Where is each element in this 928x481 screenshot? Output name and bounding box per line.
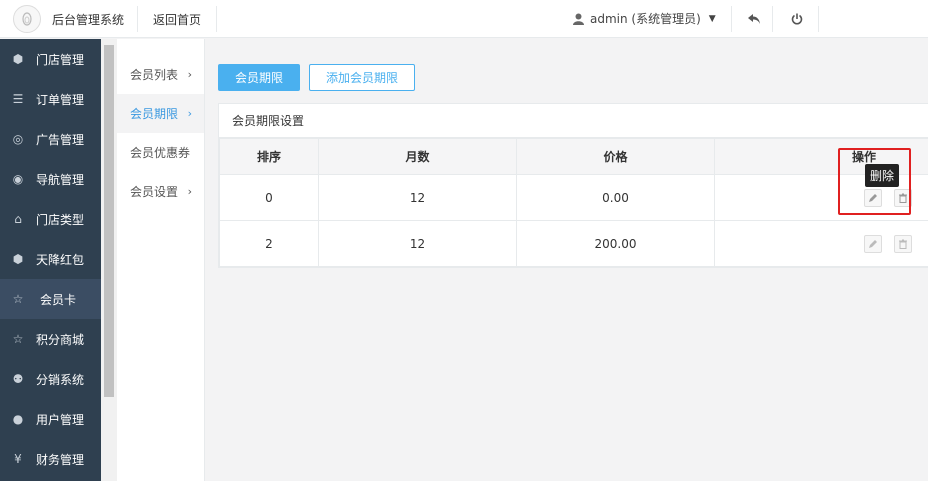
divider [772, 6, 773, 32]
member-term-button[interactable]: 会员期限 [218, 64, 300, 91]
panel-title: 会员期限设置 [219, 104, 928, 138]
submenu: 会员列表 › 会员期限 › 会员优惠券 会员设置 › [117, 39, 205, 481]
sidebar-item-store-type[interactable]: ⌂ 门店类型 [0, 199, 101, 239]
home-link[interactable]: 返回首页 [153, 11, 201, 28]
cell-price: 0.00 [516, 174, 715, 221]
delete-button[interactable] [893, 234, 912, 253]
main-sidebar: ⬢ 门店管理 ☰ 订单管理 ◎ 广告管理 ◉ 导航管理 ⌂ 门店类型 ⬢ 天降红包 ☆ 会员卡… [0, 39, 101, 481]
top-bar: 后台管理系统 返回首页 admin (系统管理员) ▼ [0, 0, 928, 38]
column-header-sort: 排序 [219, 138, 319, 175]
yen-icon: ¥ [14, 452, 22, 466]
divider [216, 6, 217, 32]
member-term-panel: 会员期限设置 排序 月数 价格 操作 0 12 0.00 2 12 200.00 [218, 103, 928, 268]
cell-sort: 2 [219, 220, 319, 267]
sidebar-item-store[interactable]: ⬢ 门店管理 [0, 39, 101, 79]
sidebar-item-users[interactable]: ● 用户管理 [0, 399, 101, 439]
sidebar-item-distribution[interactable]: ⚉ 分销系统 [0, 359, 101, 399]
user-name: admin (系统管理员) [590, 12, 701, 26]
reply-icon [748, 14, 760, 24]
cell-actions [714, 220, 928, 267]
cell-sort: 0 [219, 174, 319, 221]
app-title: 后台管理系统 [52, 13, 125, 27]
scrollbar-thumb[interactable] [104, 45, 114, 397]
bank-icon: ⌂ [14, 212, 22, 226]
divider [137, 6, 138, 32]
sidebar-scrollbar[interactable] [101, 39, 117, 481]
list-icon: ☰ [12, 92, 24, 106]
cubes-icon: ⬢ [12, 252, 24, 266]
column-header-price: 价格 [516, 138, 715, 175]
cubes-icon: ⬢ [12, 52, 24, 66]
power-icon [791, 13, 803, 25]
logout-button[interactable] [787, 9, 807, 29]
sidebar-item-red-packet[interactable]: ⬢ 天降红包 [0, 239, 101, 279]
chevron-right-icon: › [187, 68, 192, 81]
users-icon: ⚉ [12, 372, 24, 386]
user-menu[interactable]: admin (系统管理员) ▼ [573, 10, 716, 27]
pencil-icon [868, 239, 877, 248]
chevron-right-icon: › [187, 107, 192, 120]
compass-icon: ◉ [12, 172, 24, 186]
sidebar-item-member-card[interactable]: ☆ 会员卡 [0, 279, 101, 319]
table-row: 0 12 0.00 [219, 174, 928, 221]
main-content: 会员期限 添加会员期限 会员期限设置 排序 月数 价格 操作 0 12 0.00 [206, 39, 928, 481]
add-member-term-button[interactable]: 添加会员期限 [309, 64, 415, 91]
caret-down-icon: ▼ [708, 13, 716, 24]
back-button[interactable] [744, 9, 764, 29]
sidebar-item-ads[interactable]: ◎ 广告管理 [0, 119, 101, 159]
submenu-item-member-list[interactable]: 会员列表 › [117, 55, 204, 94]
sidebar-item-orders[interactable]: ☰ 订单管理 [0, 79, 101, 119]
sidebar-item-points-mall[interactable]: ☆ 积分商城 [0, 319, 101, 359]
submenu-item-member-coupon[interactable]: 会员优惠券 [117, 133, 204, 172]
user-icon: ● [12, 412, 24, 426]
submenu-item-member-settings[interactable]: 会员设置 › [117, 172, 204, 211]
cell-months: 12 [318, 174, 517, 221]
column-header-months: 月数 [318, 138, 517, 175]
table-row: 2 12 200.00 [219, 220, 928, 267]
star-icon: ☆ [12, 292, 24, 306]
star-icon: ☆ [12, 332, 24, 346]
lifebuoy-icon: ◎ [12, 132, 24, 146]
edit-button[interactable] [863, 234, 882, 253]
logo-icon [13, 5, 41, 33]
table-header-row: 排序 月数 价格 操作 [219, 138, 928, 175]
highlight-annotation [838, 148, 911, 215]
chevron-right-icon: › [187, 185, 192, 198]
divider [731, 6, 732, 32]
submenu-item-member-term[interactable]: 会员期限 › [117, 94, 204, 133]
sidebar-item-nav[interactable]: ◉ 导航管理 [0, 159, 101, 199]
cell-months: 12 [318, 220, 517, 267]
user-icon [573, 13, 584, 25]
trash-icon [898, 239, 907, 249]
divider [818, 6, 819, 32]
cell-price: 200.00 [516, 220, 715, 267]
sidebar-item-finance[interactable]: ¥ 财务管理 [0, 439, 101, 479]
member-term-table: 排序 月数 价格 操作 0 12 0.00 2 12 200.00 [219, 138, 928, 267]
